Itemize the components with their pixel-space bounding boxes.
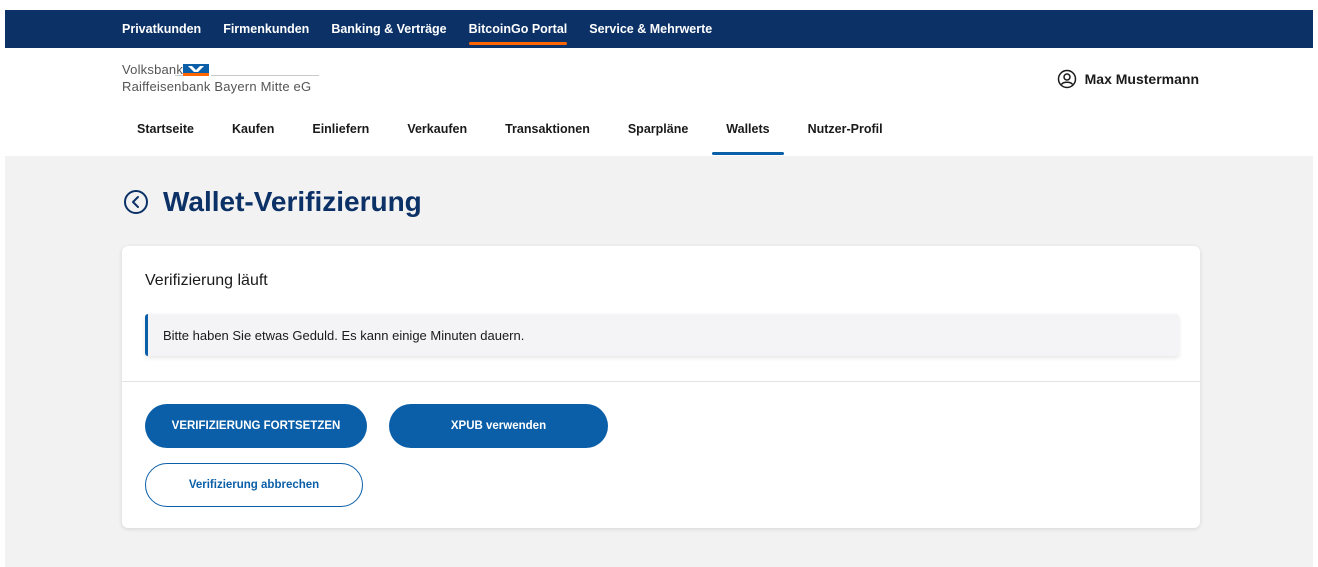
logo-text-line2: Raiffeisenbank Bayern Mitte eG [122, 79, 312, 94]
topnav-item-bitcoingo-portal[interactable]: BitcoinGo Portal [468, 10, 567, 48]
card-heading: Verifizierung läuft [145, 272, 268, 289]
back-chevron-icon[interactable] [123, 189, 149, 215]
verification-card: Verifizierung läuft Bitte haben Sie etwa… [122, 246, 1200, 528]
use-xpub-button[interactable]: XPUB verwenden [389, 404, 608, 448]
app-frame: Privatkunden Firmenkunden Banking & Vert… [5, 10, 1313, 567]
topnav-item-service[interactable]: Service & Mehrwerte [589, 10, 712, 48]
logo-rule-left [175, 75, 183, 76]
cancel-verification-button[interactable]: Verifizierung abbrechen [145, 463, 363, 507]
continue-verification-button[interactable]: VERIFIZIERUNG FORTSETZEN [145, 404, 367, 448]
top-navigation: Privatkunden Firmenkunden Banking & Vert… [5, 10, 1313, 48]
subnav-item-einliefern[interactable]: Einliefern [311, 118, 370, 156]
volksbank-logo-mark-icon [183, 64, 209, 76]
subnav-item-sparplaene[interactable]: Sparpläne [627, 118, 689, 156]
subnav-item-kaufen[interactable]: Kaufen [231, 118, 275, 156]
logo-text-line1: Volksbank [122, 62, 184, 77]
topnav-item-firmenkunden[interactable]: Firmenkunden [223, 10, 309, 48]
topnav-item-privatkunden[interactable]: Privatkunden [122, 10, 201, 48]
bank-logo[interactable]: Volksbank Raiffeisenbank Bayern Mitte eG [122, 62, 322, 98]
sub-navigation: Startseite Kaufen Einliefern Verkaufen T… [136, 118, 920, 156]
subnav-item-verkaufen[interactable]: Verkaufen [406, 118, 468, 156]
page-title: Wallet-Verifizierung [163, 186, 422, 217]
card-divider [122, 381, 1200, 382]
subnav-item-nutzer-profil[interactable]: Nutzer-Profil [807, 118, 884, 156]
user-menu[interactable]: Max Mustermann [1057, 69, 1199, 89]
info-notice: Bitte haben Sie etwas Geduld. Es kann ei… [145, 314, 1179, 356]
topnav-item-banking[interactable]: Banking & Verträge [331, 10, 446, 48]
logo-rule-right [211, 75, 319, 76]
subnav-item-wallets[interactable]: Wallets [712, 118, 784, 156]
header: Volksbank Raiffeisenbank Bayern Mitte eG… [5, 48, 1313, 156]
user-name: Max Mustermann [1084, 71, 1199, 87]
subnav-item-transaktionen[interactable]: Transaktionen [504, 118, 591, 156]
page-header: Wallet-Verifizierung [123, 186, 422, 218]
subnav-item-startseite[interactable]: Startseite [136, 118, 195, 156]
user-circle-icon [1057, 69, 1076, 89]
